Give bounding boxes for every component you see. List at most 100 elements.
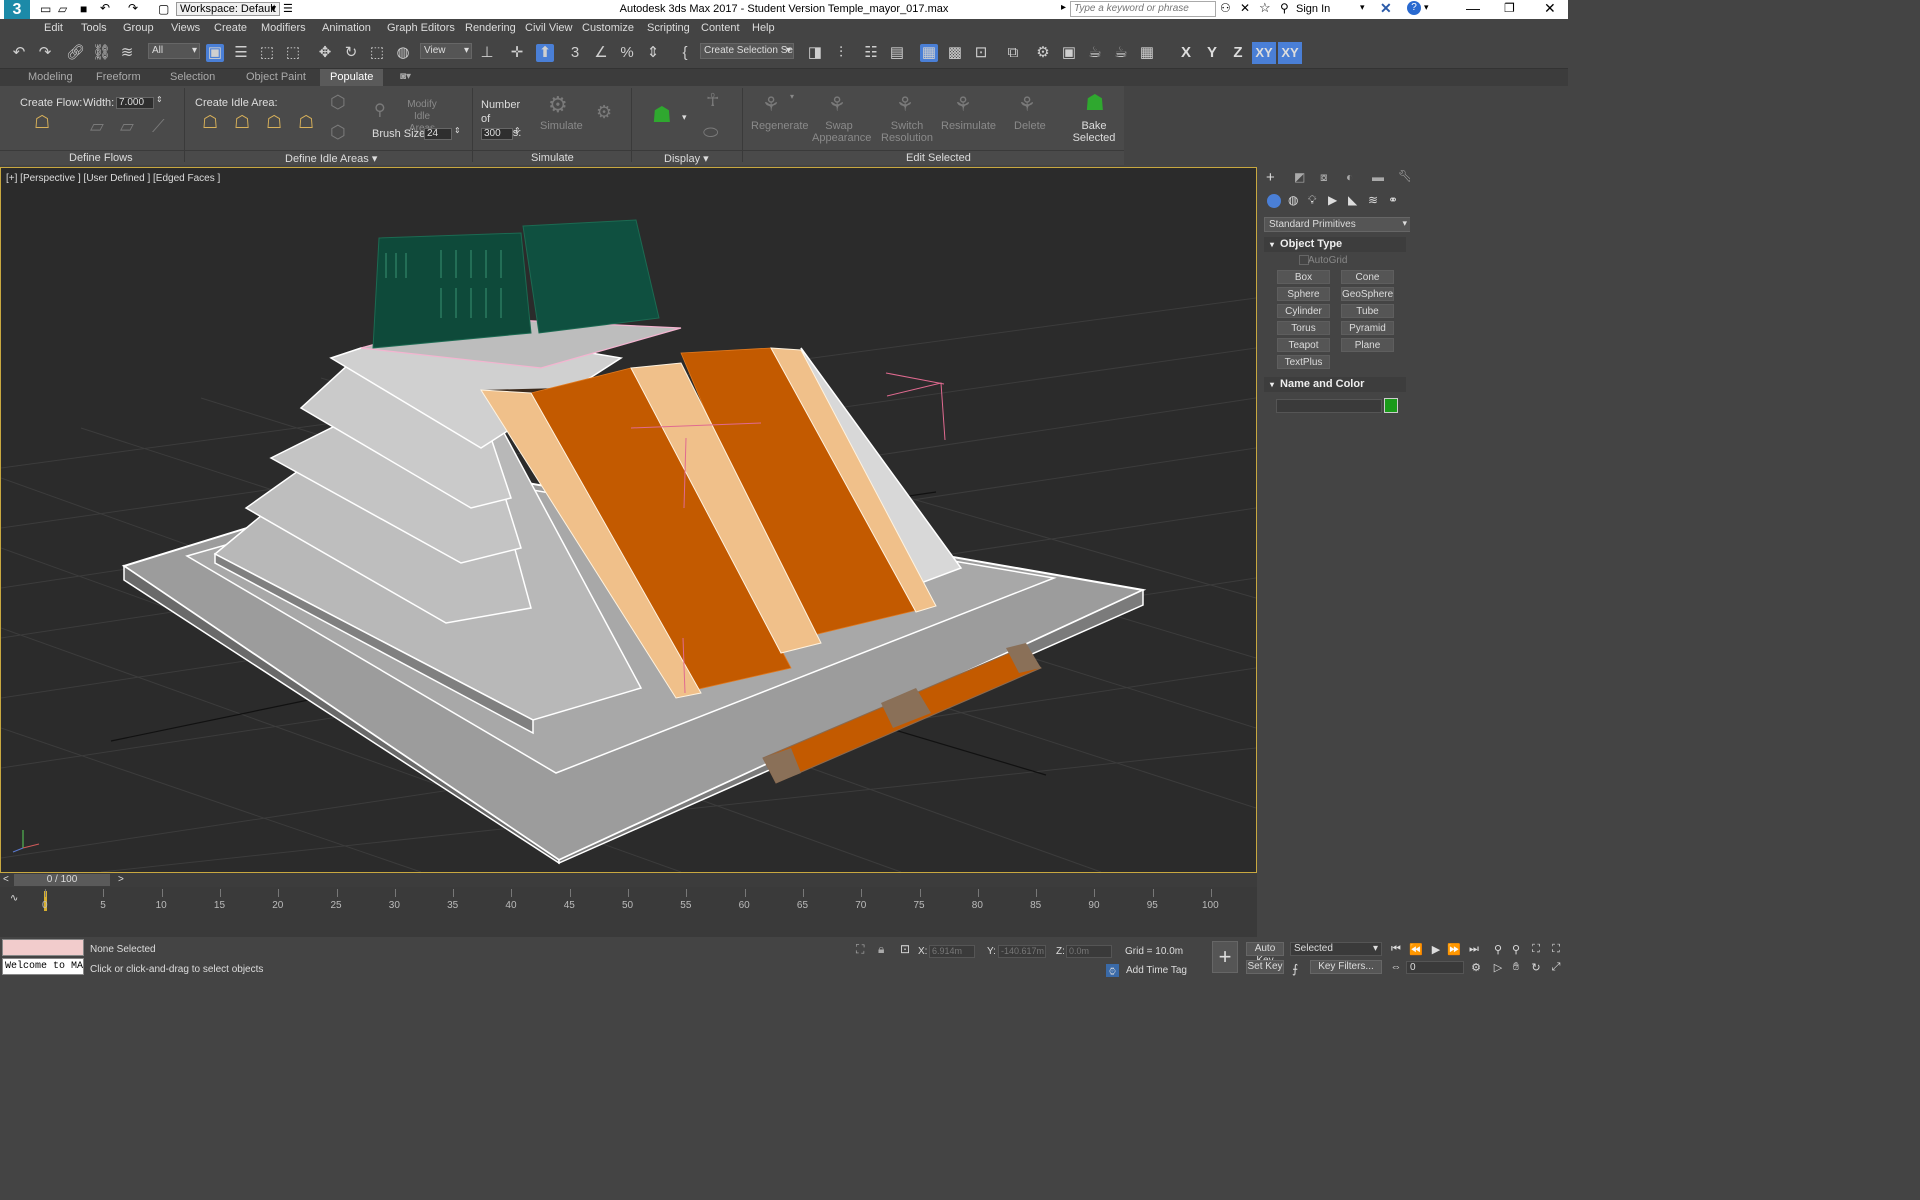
close-icon[interactable]: ✕ (1544, 0, 1556, 17)
next-frame-icon[interactable]: > (118, 874, 124, 885)
zoom-extents-all-icon[interactable]: ⛶ (1548, 943, 1564, 957)
set-key-button[interactable]: Set Key (1246, 960, 1284, 974)
brush-size-input[interactable]: 24 (424, 128, 452, 140)
select-by-name-icon[interactable]: ☰ (232, 44, 250, 62)
menu-civil-view[interactable]: Civil View (525, 22, 572, 34)
helpers-icon[interactable]: ◣ (1348, 193, 1357, 207)
spinner-snap-icon[interactable]: ⇕ (644, 44, 662, 62)
render-setup-icon[interactable]: ⚙ (1034, 44, 1052, 62)
rendered-frame-window-icon[interactable]: ▣ (1060, 44, 1078, 62)
menu-views[interactable]: Views (171, 22, 200, 34)
pan-icon[interactable]: ✋︎ (1508, 961, 1524, 975)
communication-center-icon[interactable]: ✕ (1240, 1, 1250, 15)
perspective-viewport[interactable]: [+] [Perspective ] [User Defined ] [Edge… (0, 167, 1257, 873)
menu-graph-editors[interactable]: Graph Editors (387, 22, 455, 34)
menu-create[interactable]: Create (214, 22, 247, 34)
axis-constraint-y-button[interactable]: Y (1202, 42, 1222, 64)
key-mode-toggle-icon[interactable]: ⇔ (1388, 961, 1404, 975)
space-warps-icon[interactable]: ≋ (1368, 193, 1378, 207)
width-spinner-icon[interactable]: ⇕ (156, 95, 163, 104)
torus-button[interactable]: Torus (1277, 321, 1330, 335)
curve-editor-toggle-icon[interactable]: ∿ (10, 893, 18, 904)
object-color-swatch[interactable] (1384, 398, 1398, 413)
layer-explorer-icon[interactable]: ▤ (888, 44, 906, 62)
rotate-icon[interactable]: ↻ (342, 44, 360, 62)
idle-area-rect-icon[interactable]: ☖ (298, 112, 314, 133)
simulate-button[interactable]: Simulate (540, 120, 583, 132)
geometry-icon[interactable] (1267, 194, 1281, 208)
render-in-cloud-icon[interactable]: ☕︎ (1112, 44, 1130, 62)
bake-selected-button[interactable]: Bake Selected (1072, 120, 1116, 144)
width-input[interactable]: 7.000 (116, 97, 154, 109)
select-object-icon[interactable]: ▣ (206, 44, 224, 62)
sphere-button[interactable]: Sphere (1277, 287, 1330, 301)
lights-icon[interactable]: 💡︎ (1308, 193, 1316, 208)
tube-button[interactable]: Tube (1341, 304, 1394, 318)
percent-snap-icon[interactable]: % (618, 44, 636, 62)
scale-icon[interactable]: ⬚ (368, 44, 386, 62)
mirror-icon[interactable]: ◨ (806, 44, 824, 62)
tab-populate[interactable]: Populate (320, 69, 384, 86)
pyramid-button[interactable]: Pyramid (1341, 321, 1394, 335)
bind-space-warp-icon[interactable]: ≋ (118, 44, 136, 62)
maximize-viewport-icon[interactable]: ⤢ (1548, 961, 1564, 975)
previous-frame-icon[interactable]: ⏪ (1408, 943, 1424, 957)
cylinder-button[interactable]: Cylinder (1277, 304, 1330, 318)
binoculars-icon[interactable]: ⚇ (1220, 1, 1231, 15)
absolute-mode-icon[interactable]: ⊡ (900, 942, 910, 956)
render-production-icon[interactable]: ☕︎ (1086, 44, 1104, 62)
maxscript-listener-input[interactable] (2, 939, 84, 956)
z-coordinate-input[interactable]: 0.0m (1066, 945, 1112, 958)
frames-input[interactable]: 300 (481, 128, 513, 140)
time-slider[interactable]: < 0 / 100 > (0, 873, 1257, 887)
zoom-icon[interactable]: ⚲ (1490, 943, 1506, 957)
geosphere-button[interactable]: GeoSphere (1341, 287, 1394, 301)
display-dropdown-icon[interactable]: ▾ (682, 112, 687, 123)
tab-freeform[interactable]: Freeform (96, 71, 141, 83)
key-mode-dropdown[interactable]: Selected ▾ (1290, 942, 1382, 956)
object-type-rollout[interactable]: ▾ Object Type (1264, 237, 1406, 252)
menu-edit[interactable]: Edit (44, 22, 63, 34)
go-to-end-icon[interactable]: ⏭ (1466, 943, 1482, 957)
named-selection-dropdown[interactable]: Create Selection Se ▾ (700, 43, 794, 59)
undo-icon[interactable]: ↶ (10, 44, 28, 62)
ribbon-toggle-icon[interactable]: ▦ (920, 44, 938, 62)
menu-scripting[interactable]: Scripting (647, 22, 690, 34)
exchange-apps-icon[interactable]: ✕ (1380, 0, 1392, 17)
motion-panel-icon[interactable]: ◐ (1346, 170, 1353, 184)
sign-in-dropdown-icon[interactable]: ▾ (1360, 2, 1365, 13)
systems-icon[interactable]: ⚭ (1388, 193, 1398, 207)
name-color-rollout[interactable]: ▾ Name and Color (1264, 377, 1406, 392)
simulate-options-icon[interactable]: ⚙ (596, 102, 612, 123)
axis-constraint-z-button[interactable]: Z (1228, 42, 1248, 64)
restore-icon[interactable]: ❐ (1504, 1, 1515, 15)
prev-frame-icon[interactable]: < (3, 874, 9, 885)
help-dropdown-icon[interactable]: ▾ (1424, 2, 1429, 13)
key-filters-button[interactable]: Key Filters... (1310, 960, 1382, 974)
cameras-icon[interactable]: ▶ (1328, 193, 1337, 207)
reference-coordinate-dropdown[interactable]: View ▾ (420, 43, 472, 59)
tab-selection[interactable]: Selection (170, 71, 215, 83)
selection-filter-dropdown[interactable]: All ▾ (148, 43, 200, 59)
move-icon[interactable]: ✥ (316, 44, 334, 62)
search-arrow-icon[interactable]: ▸ (1061, 2, 1066, 13)
keyboard-shortcut-icon[interactable]: ⬆ (536, 44, 554, 62)
create-panel-icon[interactable]: + (1266, 169, 1275, 186)
tab-object-paint[interactable]: Object Paint (246, 71, 306, 83)
simulate-icon[interactable]: ⚙ (548, 92, 568, 118)
placement-icon[interactable]: ◍ (394, 44, 412, 62)
go-to-start-icon[interactable]: ⏮ (1388, 943, 1404, 957)
keyword-search-input[interactable]: Type a keyword or phrase (1070, 1, 1216, 17)
redo-icon[interactable]: ↷ (36, 44, 54, 62)
menu-modifiers[interactable]: Modifiers (261, 22, 306, 34)
display-group-label[interactable]: Display ▾ (664, 152, 709, 165)
favorites-star-icon[interactable]: ☆ (1259, 0, 1271, 16)
hierarchy-panel-icon[interactable]: ⧇ (1320, 170, 1328, 185)
scene-explorer-icon[interactable]: ☷ (862, 44, 880, 62)
menu-animation[interactable]: Animation (322, 22, 371, 34)
edit-named-selection-icon[interactable]: { (676, 44, 694, 62)
maxscript-output[interactable]: Welcome to MA (2, 958, 84, 975)
next-frame-icon[interactable]: ⏩ (1446, 943, 1462, 957)
idle-area-point-icon[interactable]: ☖ (202, 112, 218, 133)
idle-area-circle-icon[interactable]: ☖ (266, 112, 282, 133)
